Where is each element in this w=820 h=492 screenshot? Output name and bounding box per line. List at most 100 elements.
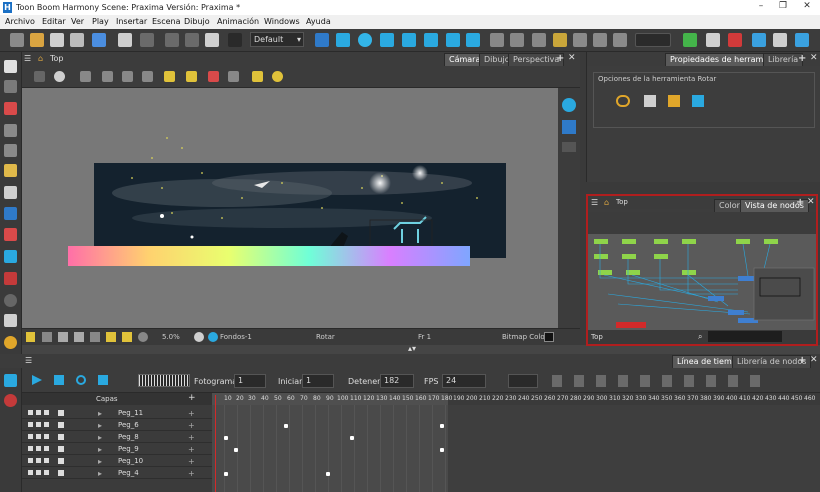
- lasso-icon[interactable]: [616, 95, 630, 107]
- color-mode-icon[interactable]: [90, 332, 100, 342]
- start-input[interactable]: 1: [302, 374, 334, 388]
- add-layer-icon[interactable]: +: [188, 393, 196, 403]
- add-tab-icon[interactable]: +: [556, 53, 564, 64]
- select-arrow-icon[interactable]: [4, 60, 17, 73]
- menu-dibujo[interactable]: Dibujo: [184, 17, 210, 26]
- menu-windows[interactable]: Windows: [264, 17, 300, 26]
- zoom-level[interactable]: 5.0%: [162, 333, 180, 341]
- frame-ruler[interactable]: 10 20 30 40 50 60 70 80 90 100 110 120 1…: [212, 393, 820, 405]
- menu-editar[interactable]: Editar: [42, 17, 66, 26]
- menu-archivo[interactable]: Archivo: [5, 17, 35, 26]
- layer-row[interactable]: Peg_11: [22, 407, 212, 419]
- lock-option-icon[interactable]: [692, 95, 704, 107]
- bone-icon[interactable]: [490, 33, 504, 47]
- save-all-icon[interactable]: [70, 33, 84, 47]
- lock-all-icon[interactable]: [186, 71, 197, 82]
- fit-icon[interactable]: [272, 71, 283, 82]
- menu-icon[interactable]: ☰: [591, 198, 598, 207]
- collapse-arrows-icon[interactable]: ▴▾: [408, 344, 416, 353]
- rectangle-icon[interactable]: [4, 207, 17, 220]
- layer-name[interactable]: Peg_9: [118, 445, 139, 453]
- pencil-tool-icon[interactable]: [208, 71, 219, 82]
- menu-ver[interactable]: Ver: [71, 17, 84, 26]
- skeleton-icon[interactable]: [466, 33, 480, 47]
- keyframe[interactable]: [350, 436, 354, 440]
- reset-icon[interactable]: [773, 33, 787, 47]
- stop-motion-grid-icon[interactable]: [728, 33, 742, 47]
- pin-icon[interactable]: [34, 71, 45, 82]
- stack-icon[interactable]: [562, 142, 576, 152]
- eraser-icon[interactable]: [4, 164, 17, 177]
- open-folder-icon[interactable]: [30, 33, 44, 47]
- key-pose-icon[interactable]: [683, 33, 697, 47]
- fps-input[interactable]: 24: [442, 374, 486, 388]
- save-icon[interactable]: [50, 33, 64, 47]
- menu-icon[interactable]: ☰: [25, 356, 32, 365]
- deform-icon[interactable]: [510, 33, 524, 47]
- menu-play[interactable]: Play: [92, 17, 109, 26]
- home-icon[interactable]: ⌂: [38, 54, 43, 63]
- layer-name[interactable]: Peg_6: [118, 421, 139, 429]
- workspace-select[interactable]: Default ▾: [250, 32, 304, 47]
- workspace-icon[interactable]: [228, 33, 242, 47]
- node-graph-canvas[interactable]: [588, 234, 816, 330]
- menu-animacion[interactable]: Animación: [217, 17, 259, 26]
- close-panel-icon[interactable]: ✕: [807, 197, 815, 207]
- playhead[interactable]: [215, 395, 216, 492]
- layer-name[interactable]: Peg_8: [118, 433, 139, 441]
- close-panel-icon[interactable]: ✕: [810, 355, 818, 365]
- import-icon[interactable]: [92, 33, 106, 47]
- node-search-input[interactable]: [708, 331, 782, 342]
- light-bulb-icon[interactable]: [26, 332, 35, 342]
- settings-gear-icon[interactable]: [54, 71, 65, 82]
- menu-escena[interactable]: Escena: [152, 17, 181, 26]
- keyframe[interactable]: [224, 472, 228, 476]
- stop-input[interactable]: 182: [380, 374, 414, 388]
- add-tab-icon[interactable]: +: [796, 197, 804, 208]
- curve-icon[interactable]: [380, 33, 394, 47]
- cut-icon[interactable]: [165, 33, 179, 47]
- layer-row[interactable]: Peg_4: [22, 467, 212, 479]
- keyframe[interactable]: [224, 436, 228, 440]
- contour-editor-icon[interactable]: [4, 80, 17, 93]
- layer-row[interactable]: Peg_10: [22, 455, 212, 467]
- layers-icon[interactable]: [562, 120, 576, 134]
- flip-icon[interactable]: [706, 33, 720, 47]
- minimize-button[interactable]: –: [750, 1, 772, 14]
- close-view-icon[interactable]: ✕: [568, 53, 576, 63]
- panel-splitter[interactable]: ▴▾: [22, 344, 820, 354]
- rotate-target-icon[interactable]: [358, 33, 372, 47]
- zap-icon[interactable]: [122, 332, 132, 342]
- timeline-frames[interactable]: 10 20 30 40 50 60 70 80 90 100 110 120 1…: [212, 393, 820, 492]
- character-icon[interactable]: [752, 33, 766, 47]
- weighted-deform-icon[interactable]: [593, 33, 607, 47]
- record-icon[interactable]: [4, 394, 17, 407]
- view-breadcrumb[interactable]: Top: [50, 54, 64, 63]
- sound-icon[interactable]: [98, 375, 108, 385]
- toolbar-field[interactable]: [635, 33, 671, 47]
- rotate-tool-icon[interactable]: [4, 336, 17, 349]
- line-icon[interactable]: [228, 71, 239, 82]
- close-button[interactable]: ✕: [796, 1, 818, 14]
- frame-input[interactable]: 1: [234, 374, 266, 388]
- layer-row[interactable]: Peg_9: [22, 443, 212, 455]
- cutter-icon[interactable]: [4, 272, 17, 285]
- menu-insertar[interactable]: Insertar: [116, 17, 147, 26]
- keyframe[interactable]: [284, 424, 288, 428]
- morph-icon[interactable]: [4, 294, 17, 307]
- eye-icon[interactable]: [562, 98, 576, 112]
- new-scene-icon[interactable]: [10, 33, 24, 47]
- close-panel-icon[interactable]: ✕: [810, 53, 818, 63]
- copy-icon[interactable]: [185, 33, 199, 47]
- keyframe[interactable]: [234, 448, 238, 452]
- eyedropper-icon[interactable]: [4, 250, 17, 263]
- keyframe[interactable]: [326, 472, 330, 476]
- layer-color-select[interactable]: [508, 374, 538, 388]
- layer-name[interactable]: Peg_10: [118, 457, 143, 465]
- play-selection-icon[interactable]: [54, 375, 64, 385]
- layer-row[interactable]: Peg_8: [22, 431, 212, 443]
- brush-icon[interactable]: [4, 102, 17, 115]
- play-icon[interactable]: [32, 375, 42, 385]
- lock-icon[interactable]: [164, 71, 175, 82]
- shade-icon[interactable]: [142, 71, 153, 82]
